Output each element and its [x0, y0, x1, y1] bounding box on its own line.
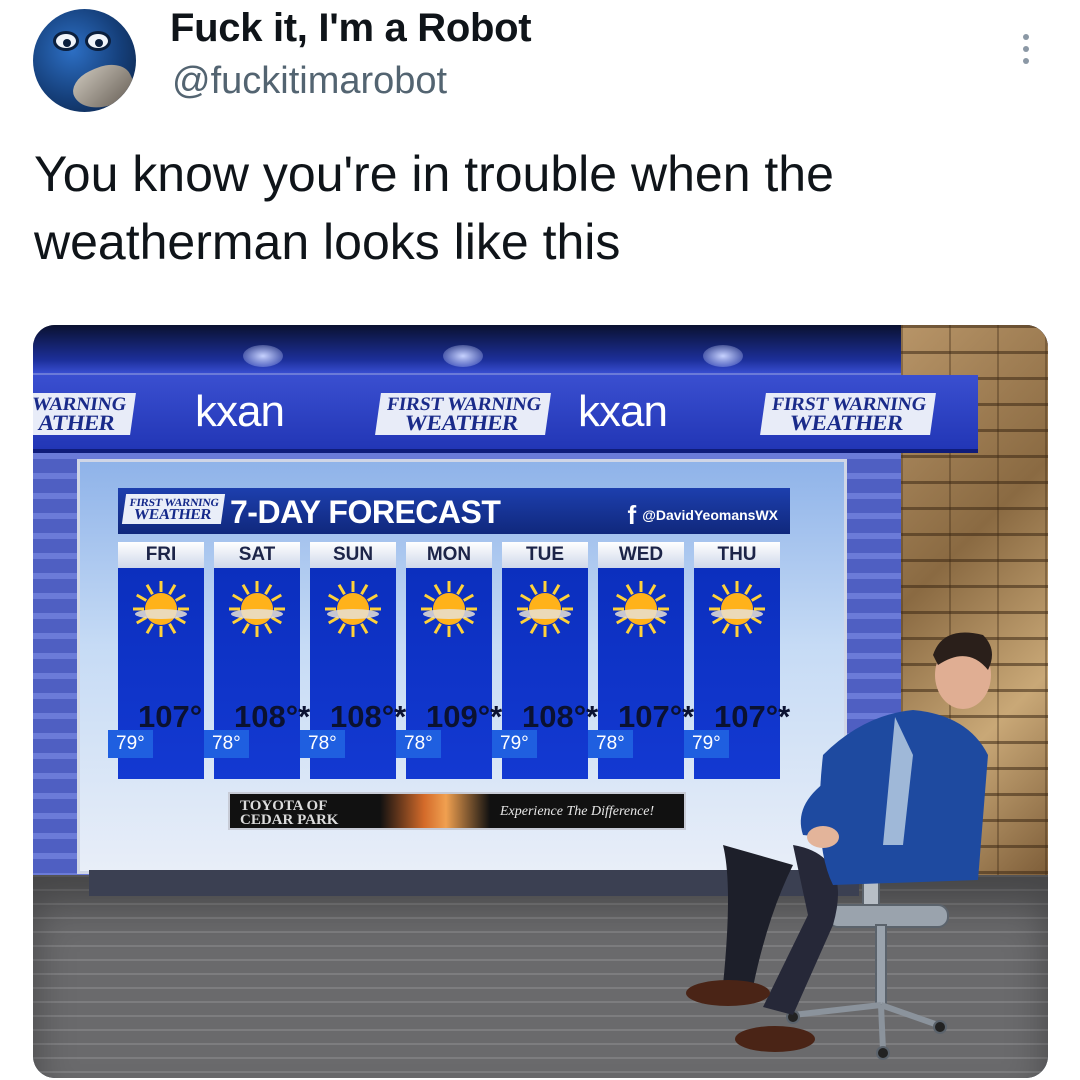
low-temp: 79° — [684, 730, 729, 758]
sponsor-name: TOYOTA OF CEDAR PARK — [240, 798, 339, 828]
sunny-icon — [421, 581, 477, 637]
user-handle[interactable]: @fuckitimarobot — [172, 60, 447, 103]
first-warning-logo: FIRST WARNING WEATHER — [760, 393, 936, 435]
kxan-logo: kxan — [578, 387, 668, 436]
forecast-title: 7-DAY FORECAST — [230, 494, 501, 530]
avatar[interactable] — [33, 9, 136, 112]
sunny-icon — [325, 581, 381, 637]
sunny-icon — [613, 581, 669, 637]
first-warning-logo: FIRST WARNING WEATHER — [375, 393, 551, 435]
more-options-icon[interactable] — [1014, 28, 1038, 70]
facebook-icon: f — [627, 500, 637, 530]
screen-base — [89, 870, 859, 896]
tweet-media-image[interactable]: WARNING ATHER kxan FIRST WARNING WEATHER k… — [33, 325, 1048, 1078]
sunny-icon — [709, 581, 765, 637]
avatar-eye-right — [85, 31, 111, 51]
tweet-text: You know you're in trouble when the weat… — [34, 146, 834, 270]
day-name: FRI — [118, 542, 204, 568]
day-name: MON — [406, 542, 492, 568]
sunny-icon — [517, 581, 573, 637]
day-name: SAT — [214, 542, 300, 568]
avatar-hand — [67, 56, 136, 112]
sponsor-tagline: Experience The Difference! — [500, 804, 655, 819]
low-temp: 79° — [492, 730, 537, 758]
first-warning-logo: FIRST WARNING WEATHER — [121, 494, 226, 524]
social-handle: f @DavidYeomansWX — [627, 500, 778, 530]
display-name[interactable]: Fuck it, I'm a Robot — [170, 6, 532, 51]
low-temp: 78° — [396, 730, 441, 758]
day-name: WED — [598, 542, 684, 568]
studio-floor — [33, 875, 1048, 1078]
day-name: TUE — [502, 542, 588, 568]
forecast-header: FIRST WARNING WEATHER 7-DAY FORECAST f @Da… — [118, 488, 790, 534]
sponsor-bar: TOYOTA OF CEDAR PARK Experience The Diff… — [228, 792, 686, 830]
sunny-icon — [133, 581, 189, 637]
studio-banner: WARNING ATHER kxan FIRST WARNING WEATHER k… — [33, 375, 978, 453]
sunny-icon — [229, 581, 285, 637]
sponsor-sunset-graphic — [380, 794, 490, 828]
first-warning-logo-partial: WARNING ATHER — [33, 393, 136, 435]
kxan-logo: kxan — [195, 387, 285, 436]
studio-ceiling — [33, 325, 1048, 375]
day-name: THU — [694, 542, 780, 568]
low-temp: 78° — [588, 730, 633, 758]
low-temp: 78° — [300, 730, 345, 758]
low-temp: 78° — [204, 730, 249, 758]
day-name: SUN — [310, 542, 396, 568]
forecast-screen: FIRST WARNING WEATHER 7-DAY FORECAST f @Da… — [77, 459, 847, 874]
avatar-eye-left — [53, 31, 79, 51]
low-temp: 79° — [108, 730, 153, 758]
